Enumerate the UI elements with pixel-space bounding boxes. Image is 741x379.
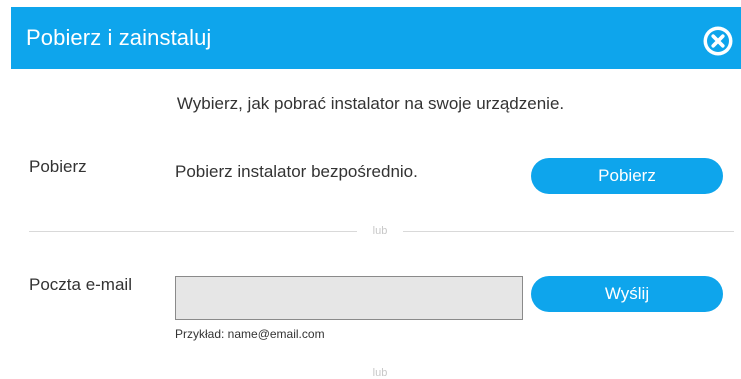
dialog-title: Pobierz i zainstaluj (26, 25, 212, 50)
or-divider-2: lub (29, 366, 734, 379)
divider-text: lub (372, 225, 388, 237)
download-button[interactable]: Pobierz (531, 158, 723, 194)
close-circle-icon (703, 26, 733, 56)
download-label: Pobierz (29, 157, 87, 176)
divider-line (403, 231, 734, 232)
send-button[interactable]: Wyślij (531, 276, 723, 312)
email-label: Poczta e-mail (29, 275, 132, 294)
divider-text: lub (372, 367, 388, 379)
download-description: Pobierz instalator bezpośrednio. (175, 162, 418, 181)
download-dialog: Pobierz i zainstaluj Wybierz, jak pobrać… (0, 0, 741, 379)
email-example-hint: Przykład: name@email.com (175, 327, 325, 341)
dialog-header: Pobierz i zainstaluj (11, 7, 741, 69)
close-button[interactable] (701, 24, 735, 58)
dialog-subtitle: Wybierz, jak pobrać instalator na swoje … (176, 94, 565, 113)
divider-line (29, 231, 357, 232)
email-field[interactable] (175, 276, 523, 320)
or-divider: lub (29, 224, 734, 238)
